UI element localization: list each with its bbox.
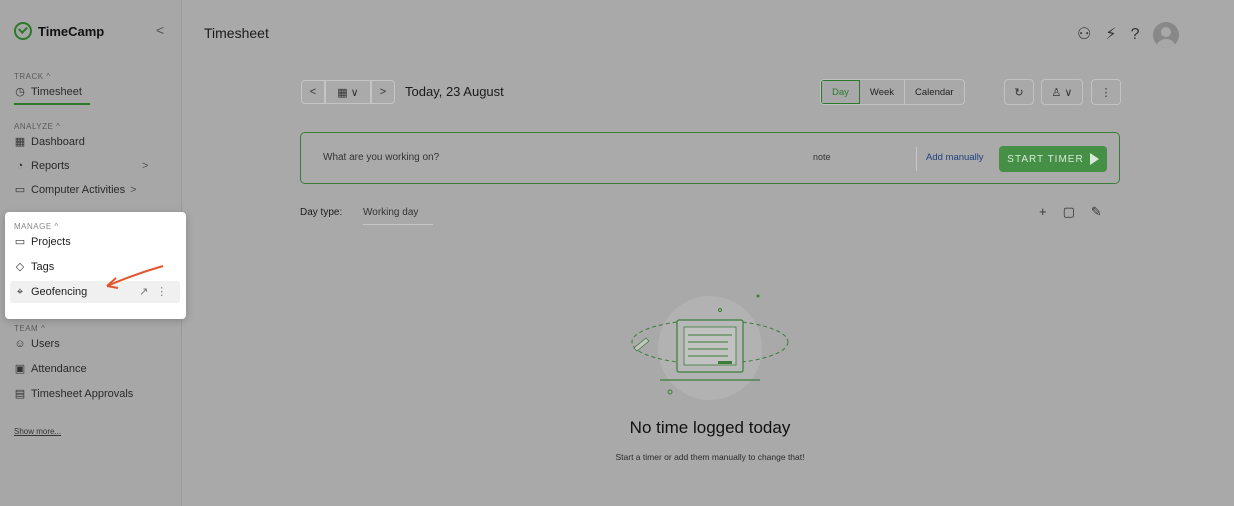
manage-section-highlight: MANAGE ^ ▭ Projects ◇ Tags ⌖ Geofencing … <box>5 212 186 319</box>
tag-icon: ◇ <box>15 261 25 273</box>
note-input[interactable]: note <box>813 152 831 162</box>
sync-button[interactable]: ↻ <box>1004 79 1034 105</box>
pie-chart-icon: ◔ <box>16 160 24 172</box>
calendar-icon: ▦ ∨ <box>337 86 359 99</box>
more-menu-button[interactable]: ⋮ <box>1091 79 1121 105</box>
sidebar-item-timesheet-approvals[interactable]: ▤ Timesheet Approvals <box>14 388 134 400</box>
next-day-button[interactable]: > <box>371 80 395 104</box>
timesheet-actions: + ▢ ✎ <box>1039 204 1102 220</box>
help-icon[interactable]: ? <box>1131 25 1140 45</box>
empty-state-illustration-icon <box>631 294 789 400</box>
tab-calendar[interactable]: Calendar <box>905 80 964 104</box>
calendar-check-icon: ▤ <box>14 388 26 400</box>
chevron-right-icon: > <box>379 86 387 98</box>
header-actions: ⚇ ⚡ ? <box>1077 22 1180 48</box>
chevron-right-icon: > <box>130 184 137 196</box>
more-options-icon: ⋮ <box>1100 86 1112 99</box>
refresh-icon: ↻ <box>1014 86 1024 99</box>
tab-week[interactable]: Week <box>860 80 906 104</box>
sidebar-item-dashboard[interactable]: ▦ Dashboard <box>14 136 85 148</box>
attendance-icon: ▣ <box>14 363 26 375</box>
laptop-icon: ▭ <box>14 184 26 196</box>
chevron-left-icon: < <box>309 86 317 98</box>
day-type-select[interactable]: Working day <box>363 207 433 225</box>
annotation-arrow-icon <box>106 265 164 289</box>
sidebar-item-projects[interactable]: ▭ Projects <box>14 236 71 248</box>
day-type-label: Day type: <box>300 207 343 218</box>
start-timer-button[interactable]: START TIMER <box>999 146 1107 172</box>
app-name: TimeCamp <box>38 23 105 39</box>
avatar[interactable] <box>1153 22 1180 48</box>
sidebar-item-users[interactable]: ☺ Users <box>14 338 59 350</box>
plug-icon[interactable]: ⚡ <box>1105 25 1116 45</box>
play-icon <box>1089 153 1099 165</box>
map-pin-icon: ⌖ <box>16 286 24 298</box>
folder-icon: ▭ <box>14 236 26 248</box>
sidebar-item-timesheet[interactable]: ◷ Timesheet <box>14 86 82 98</box>
sidebar-item-geofencing[interactable]: ⌖ Geofencing <box>14 286 87 298</box>
section-title-analyze[interactable]: ANALYZE ^ <box>14 122 60 131</box>
empty-state-subtitle: Start a timer or add them manually to ch… <box>615 452 805 462</box>
timer-bar: What are you working on? note Add manual… <box>300 132 1120 184</box>
section-title-team[interactable]: TEAM ^ <box>14 324 45 333</box>
view-switcher: Day Week Calendar <box>820 79 965 105</box>
sidebar-item-computer-activities[interactable]: ▭ Computer Activities > <box>14 184 137 196</box>
dashboard-icon: ▦ <box>14 136 26 148</box>
edit-icon[interactable]: ✎ <box>1091 204 1102 220</box>
copy-icon[interactable]: ▢ <box>1063 204 1075 220</box>
collapse-sidebar-button[interactable]: < <box>156 22 164 38</box>
sidebar-item-tags[interactable]: ◇ Tags <box>14 261 54 273</box>
page-title: Timesheet <box>204 25 269 41</box>
add-user-icon[interactable]: ⚇ <box>1077 25 1091 45</box>
timecamp-logo-icon <box>14 22 32 40</box>
add-icon[interactable]: + <box>1039 204 1047 220</box>
active-indicator <box>14 103 90 105</box>
chevron-right-icon: > <box>142 160 149 172</box>
users-icon: ☺ <box>14 338 26 350</box>
sidebar-item-attendance[interactable]: ▣ Attendance <box>14 363 87 375</box>
user-select-button[interactable]: ♙ ∨ <box>1041 79 1083 105</box>
section-title-manage[interactable]: MANAGE ^ <box>14 222 59 231</box>
section-title-track[interactable]: TRACK ^ <box>14 72 51 81</box>
app-logo[interactable]: TimeCamp <box>14 22 104 40</box>
tab-day[interactable]: Day <box>821 80 860 104</box>
sidebar-item-reports[interactable]: ◔ Reports > <box>14 160 164 172</box>
divider <box>916 147 917 171</box>
date-picker-button[interactable]: ▦ ∨ <box>325 80 371 104</box>
add-manually-link[interactable]: Add manually <box>926 152 984 163</box>
prev-day-button[interactable]: < <box>301 80 325 104</box>
current-date: Today, 23 August <box>405 84 504 99</box>
empty-state-title: No time logged today <box>629 418 791 437</box>
user-icon: ♙ ∨ <box>1051 86 1073 99</box>
task-input[interactable]: What are you working on? <box>323 152 439 163</box>
clock-icon: ◷ <box>15 86 25 98</box>
